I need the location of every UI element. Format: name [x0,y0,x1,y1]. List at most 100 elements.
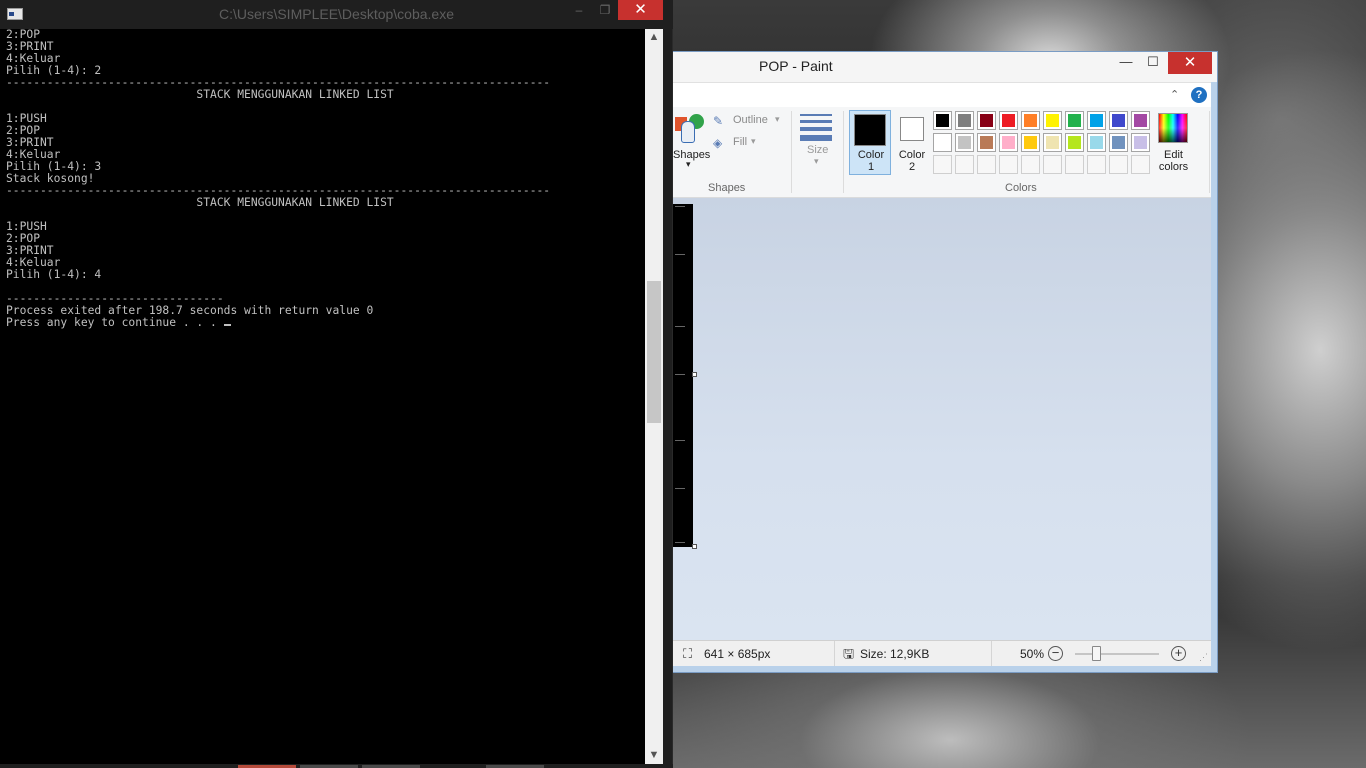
zoom-slider-thumb[interactable] [1092,646,1101,661]
size-dropdown-icon: ▾ [814,156,819,166]
console-scrollbar[interactable]: ▲ ▼ [645,29,663,764]
palette-swatch[interactable] [1109,133,1128,152]
console-output[interactable]: 2:POP 3:PRINT 4:Keluar Pilih (1-4): 2 ------… [0,29,645,764]
palette-swatch-empty[interactable] [1109,155,1128,174]
palette-swatch[interactable] [933,133,952,152]
palette-swatch-empty[interactable] [933,155,952,174]
zoom-level: 50% [1020,647,1045,661]
console-line: STACK MENGGUNAKAN LINKED LIST [6,196,394,209]
edit-colors-label: Edit colors [1158,149,1189,173]
taskbar-strip [0,764,673,768]
palette-swatch-empty[interactable] [1131,155,1150,174]
paint-title: POP - Paint [759,58,833,74]
status-bar: ⛶ 641 × 685px 🖫 Size: 12,9KB 50% − + ⋰ [673,640,1211,666]
outline-pen-icon: ✎ [713,114,724,128]
ribbon-separator [791,111,792,193]
palette-swatch[interactable] [1131,133,1150,152]
palette-swatch[interactable] [1043,111,1062,130]
file-size: Size: 12,9KB [860,647,930,661]
palette-swatch-empty[interactable] [955,155,974,174]
palette-swatch[interactable] [933,111,952,130]
palette-swatch[interactable] [1043,133,1062,152]
palette-swatch[interactable] [999,111,1018,130]
zoom-slider[interactable] [1075,653,1159,655]
ribbon-separator [843,111,844,193]
palette-swatch[interactable] [1065,133,1084,152]
palette-swatch-empty[interactable] [1021,155,1040,174]
maximize-button[interactable]: ☐ [1139,52,1167,74]
ribbon-tab-bar: ⌃ ? [673,82,1211,107]
ribbon-separator [1209,111,1210,193]
fill-button[interactable]: ◈ Fill ▾ [713,135,763,153]
console-window: C:\Users\SIMPLEE\Desktop\coba.exe – ❐ ✕ … [0,0,673,768]
paint-titlebar[interactable]: POP - Paint — ☐ ✕ [673,52,1217,82]
drawing-canvas[interactable] [673,204,693,547]
zoom-out-button[interactable]: − [1048,646,1063,661]
group-label-shapes: Shapes [708,182,746,194]
palette-swatch-empty[interactable] [999,155,1018,174]
palette-swatch[interactable] [977,133,996,152]
color1-label: Color 1 [857,149,885,173]
collapse-ribbon-icon[interactable]: ⌃ [1170,88,1179,101]
shapes-icon [675,113,704,147]
ribbon: Shapes ▾ ✎ Outline ▾ ◈ Fill ▾ Shapes Siz… [673,107,1211,198]
palette-swatch[interactable] [1087,111,1106,130]
resize-grip-icon[interactable]: ⋰ [1199,652,1208,663]
shapes-dropdown-icon: ▾ [686,159,691,169]
palette-swatch[interactable] [1131,111,1150,130]
outline-button[interactable]: ✎ Outline ▾ [713,113,785,131]
maximize-button[interactable]: ❐ [592,0,618,20]
palette-swatch[interactable] [1021,133,1040,152]
palette-swatch-empty[interactable] [1065,155,1084,174]
palette-swatch[interactable] [955,133,974,152]
scroll-up-arrow-icon[interactable]: ▲ [645,29,663,46]
close-button[interactable]: ✕ [1168,52,1212,74]
zoom-in-button[interactable]: + [1171,646,1186,661]
status-separator [991,641,992,666]
image-dimensions: 641 × 685px [704,647,771,661]
shapes-button[interactable]: Shapes ▾ [673,107,713,173]
console-line: STACK MENGGUNAKAN LINKED LIST [6,88,394,101]
size-lines-icon [800,114,832,145]
selection-size-icon: ⛶ [683,646,693,661]
canvas-area[interactable] [673,198,1211,640]
palette-swatch[interactable] [1087,133,1106,152]
color2-swatch [900,117,924,141]
outline-label: Outline [733,114,768,126]
edit-colors-icon [1158,113,1188,143]
close-button[interactable]: ✕ [618,0,663,20]
shapes-label: Shapes [673,149,711,161]
minimize-button[interactable]: — [1112,52,1140,74]
color2-label: Color 2 [898,149,926,173]
disk-icon: 🖫 [843,646,855,661]
console-line: Pilih (1-4): 4 [6,268,102,281]
scroll-thumb[interactable] [647,281,661,423]
status-separator [834,641,835,666]
group-label-colors: Colors [1005,182,1037,194]
scroll-down-arrow-icon[interactable]: ▼ [645,747,663,764]
color1-swatch [854,114,886,146]
palette-swatch[interactable] [977,111,996,130]
resize-handle-corner[interactable] [692,544,697,549]
minimize-button[interactable]: – [566,0,592,20]
palette-swatch-empty[interactable] [1043,155,1062,174]
palette-swatch[interactable] [1021,111,1040,130]
size-label: Size [807,144,829,156]
palette-swatch[interactable] [999,133,1018,152]
outline-dropdown-icon: ▾ [775,114,780,124]
fill-label: Fill [733,136,748,148]
fill-bucket-icon: ◈ [713,136,723,150]
resize-handle-right[interactable] [692,372,697,377]
console-titlebar[interactable]: C:\Users\SIMPLEE\Desktop\coba.exe – ❐ ✕ [0,0,673,29]
palette-swatch[interactable] [1109,111,1128,130]
help-icon[interactable]: ? [1191,87,1207,103]
fill-dropdown-icon: ▾ [751,136,756,146]
palette-swatch[interactable] [1065,111,1084,130]
palette-swatch[interactable] [955,111,974,130]
palette-swatch-empty[interactable] [1087,155,1106,174]
size-button[interactable]: Size ▾ [795,107,837,173]
edit-colors-button[interactable]: Edit colors [1155,107,1195,177]
palette-swatch-empty[interactable] [977,155,996,174]
console-line: Press any key to continue . . . [6,317,231,329]
text-cursor [223,324,231,326]
